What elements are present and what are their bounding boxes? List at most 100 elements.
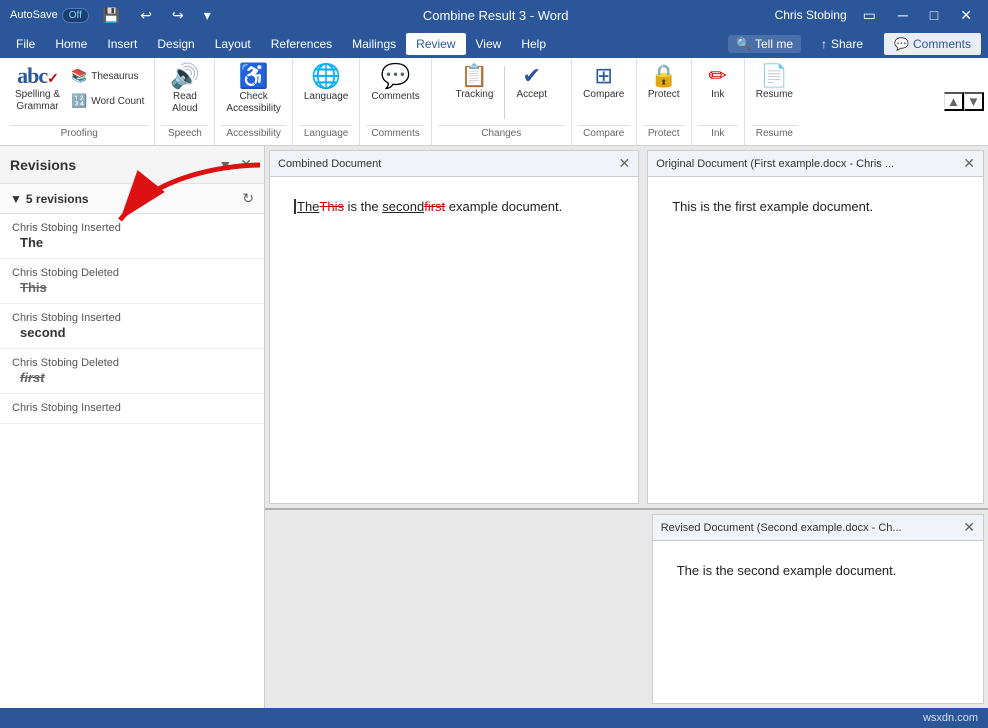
thesaurus-icon: 📚 [71, 68, 87, 84]
accept-icon: ✔ [523, 65, 541, 87]
ribbon-group-proofing: abc✓ Spelling &Grammar 📚 Chris Stobing T… [4, 58, 155, 145]
menu-review[interactable]: Review [406, 33, 465, 55]
ink-btn[interactable]: ✏ Ink [698, 62, 738, 104]
comments-ribbon-icon: 💬 [381, 65, 411, 89]
revisions-header-buttons: ▼ ✕ [216, 154, 254, 175]
revision-author: Chris Stobing Inserted [12, 402, 252, 414]
ribbon-scroll-up-btn[interactable]: ▲ [944, 92, 964, 111]
revised-doc-title: Revised Document (Second example.docx - … [661, 522, 902, 534]
bottom-doc-row: Revised Document (Second example.docx - … [265, 508, 988, 708]
menu-bar: File Home Insert Design Layout Reference… [0, 30, 988, 58]
ribbon-group-compare: ⊞ Compare Compare [572, 58, 637, 145]
thesaurus-btn[interactable]: 📚 Chris Stobing Thesaurus [67, 66, 148, 86]
menu-references[interactable]: References [261, 33, 342, 55]
revision-word: The [12, 235, 252, 250]
revised-document-panel: Revised Document (Second example.docx - … [652, 514, 984, 704]
combined-doc-title: Combined Document [278, 158, 381, 170]
menu-layout[interactable]: Layout [205, 33, 261, 55]
spelling-grammar-btn[interactable]: abc✓ Spelling &Grammar [10, 62, 65, 116]
status-bar: wsxdn.com [0, 708, 988, 728]
menu-home[interactable]: Home [45, 33, 97, 55]
username: Chris Stobing [775, 8, 847, 22]
title-bar-right: Chris Stobing ▭ ─ □ ✕ [775, 5, 978, 26]
text-second: second [382, 199, 424, 214]
protect-btn[interactable]: 🔒 Protect [643, 62, 685, 104]
revisions-refresh-btn[interactable]: ↻ [242, 190, 254, 207]
revised-doc-content: The is the second example document. [653, 541, 983, 703]
original-doc-content: This is the first example document. [648, 177, 983, 503]
text-the: The [297, 199, 319, 214]
menu-design[interactable]: Design [147, 33, 204, 55]
compare-btn[interactable]: ⊞ Compare [578, 62, 629, 104]
main-area: Revisions ▼ ✕ ▼ 5 revisions ↻ Chris Stob… [0, 146, 988, 708]
menu-view[interactable]: View [466, 33, 512, 55]
search-icon: 🔍 [736, 37, 751, 51]
word-count-btn[interactable]: 🔢 Word Count [67, 91, 148, 111]
list-item[interactable]: Chris Stobing Inserted [0, 394, 264, 424]
minimize-btn[interactable]: ─ [892, 5, 914, 25]
revision-word: first [12, 370, 252, 385]
compare-icon: ⊞ [595, 65, 613, 87]
status-watermark: wsxdn.com [923, 712, 978, 724]
customize-qat-button[interactable]: ▾ [198, 5, 217, 26]
ribbon-scroll-down-btn[interactable]: ▼ [964, 92, 984, 111]
revision-word: This [12, 280, 252, 295]
list-item[interactable]: Chris Stobing Inserted The [0, 214, 264, 259]
list-item[interactable]: Chris Stobing Inserted second [0, 304, 264, 349]
revisions-chevron-btn[interactable]: ▼ [216, 154, 234, 175]
revisions-close-btn[interactable]: ✕ [238, 154, 254, 175]
list-item[interactable]: Chris Stobing Deleted first [0, 349, 264, 394]
autosave-toggle[interactable]: Off [62, 8, 89, 23]
comments-ribbon-btn[interactable]: 💬 Comments [366, 62, 424, 106]
language-icon: 🌐 [311, 65, 341, 89]
accept-btn[interactable]: ✔ Accept [511, 62, 552, 104]
revisions-count-label: ▼ 5 revisions [10, 192, 89, 206]
expand-icon[interactable]: ▼ [10, 192, 22, 206]
revised-doc-close-btn[interactable]: ✕ [963, 519, 975, 536]
autosave-label: AutoSave [10, 9, 58, 21]
ribbon-display-btn[interactable]: ▭ [857, 5, 882, 26]
combined-doc-close-btn[interactable]: ✕ [619, 155, 631, 172]
revision-author: Chris Stobing Deleted [12, 267, 252, 279]
read-aloud-btn[interactable]: 🔊 ReadAloud [165, 62, 205, 118]
tracking-icon: 📋 [461, 65, 488, 87]
revisions-title: Revisions [10, 157, 76, 173]
ribbon-group-language: 🌐 Language Language [293, 58, 361, 145]
original-doc-close-btn[interactable]: ✕ [963, 155, 975, 172]
compare-label: Compare [578, 125, 630, 141]
language-btn[interactable]: 🌐 Language [299, 62, 354, 106]
revision-author: Chris Stobing Inserted [12, 222, 252, 234]
menu-mailings[interactable]: Mailings [342, 33, 406, 55]
ribbon: abc✓ Spelling &Grammar 📚 Chris Stobing T… [0, 58, 988, 146]
ribbon-group-speech: 🔊 ReadAloud Speech [155, 58, 215, 145]
proofing-label: Proofing [10, 125, 148, 141]
combined-doc-content: TheThis is the secondfirst example docum… [270, 177, 638, 503]
ribbon-group-ink: ✏ Ink Ink [692, 58, 745, 145]
original-doc-header: Original Document (First example.docx - … [648, 151, 983, 177]
menu-insert[interactable]: Insert [97, 33, 147, 55]
maximize-btn[interactable]: □ [924, 5, 944, 25]
original-doc-title: Original Document (First example.docx - … [656, 158, 894, 170]
share-button[interactable]: ↑ Share [809, 33, 875, 55]
accessibility-icon: ♿ [239, 65, 269, 89]
list-item[interactable]: Chris Stobing Deleted This [0, 259, 264, 304]
comments-button[interactable]: 💬 Comments [883, 32, 982, 56]
menu-help[interactable]: Help [511, 33, 556, 55]
redo-button[interactable]: ↪ [166, 5, 190, 26]
resume-btn[interactable]: 📄 Resume [751, 62, 798, 104]
share-icon: ↑ [821, 37, 827, 51]
docs-area: Combined Document ✕ TheThis is the secon… [265, 146, 988, 708]
ribbon-group-resume: 📄 Resume Resume [745, 58, 804, 145]
undo-button[interactable]: ↩ [134, 5, 158, 26]
check-accessibility-btn[interactable]: ♿ CheckAccessibility [221, 62, 285, 118]
resume-label: Resume [751, 125, 798, 141]
close-btn[interactable]: ✕ [954, 5, 978, 26]
menu-file[interactable]: File [6, 33, 45, 55]
ink-label: Ink [698, 125, 738, 141]
revisions-panel-header: Revisions ▼ ✕ [0, 146, 264, 184]
speech-label: Speech [161, 125, 208, 141]
autosave-section[interactable]: AutoSave Off [10, 8, 89, 23]
save-button[interactable]: 💾 [97, 5, 126, 26]
revised-doc-header: Revised Document (Second example.docx - … [653, 515, 983, 541]
tracking-btn[interactable]: 📋 Tracking [450, 62, 498, 104]
